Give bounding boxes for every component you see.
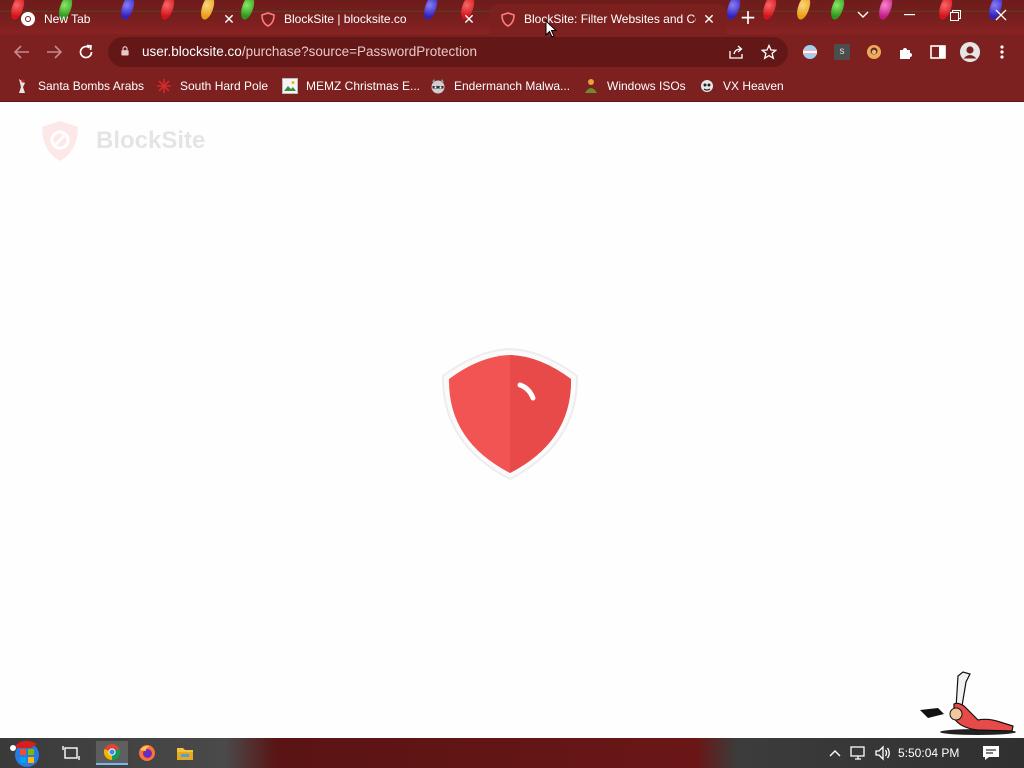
tab-title: BlockSite | blocksite.co (284, 12, 407, 26)
brand-name: BlockSite (96, 127, 206, 154)
show-hidden-icons-chevron-icon[interactable] (822, 741, 848, 765)
bookmark-label: Santa Bombs Arabs (38, 79, 145, 93)
forward-button[interactable] (42, 40, 66, 64)
volume-icon[interactable] (870, 741, 896, 765)
tab-new-tab[interactable]: New Tab ✕ (10, 4, 246, 34)
tab-blocksite[interactable]: BlockSite | blocksite.co ✕ (250, 4, 486, 34)
address-bar[interactable]: user.blocksite.co/purchase?source=Passwo… (108, 37, 788, 67)
bookmark-endermanch-malware[interactable]: Endermanch Malwa... (430, 76, 570, 96)
puzzle-extensions-icon[interactable] (896, 42, 916, 62)
task-view-icon[interactable] (58, 741, 84, 765)
bookmark-label: MEMZ Christmas E... (306, 79, 421, 93)
restore-button[interactable] (932, 0, 978, 30)
taskbar-firefox-icon[interactable] (134, 741, 160, 765)
tab-search-chevron-icon[interactable] (840, 0, 886, 30)
bookmark-star-icon[interactable] (758, 41, 780, 63)
flag-extension-icon[interactable] (800, 42, 820, 62)
minimize-button[interactable] (886, 0, 932, 30)
windows-santa-icon (10, 740, 39, 767)
blocksite-logo-shield-icon (42, 121, 78, 161)
side-panel-icon[interactable] (928, 42, 948, 62)
blocksite-shield-icon (500, 11, 516, 27)
start-button[interactable] (8, 738, 44, 768)
image-icon (282, 78, 298, 94)
close-window-button[interactable] (978, 0, 1024, 30)
close-tab-icon[interactable]: ✕ (220, 10, 238, 28)
tab-title: New Tab (44, 12, 91, 26)
s-extension-letter: s (834, 44, 850, 60)
bookmarks-bar: Santa Bombs Arabs South Hard Pole MEMZ C… (0, 70, 1024, 102)
tab-strip: New Tab ✕ BlockSite | blocksite.co ✕ Blo… (0, 0, 1024, 34)
s-extension-icon[interactable]: s (832, 42, 852, 62)
santa-icon (14, 78, 30, 94)
desktop-pet-icon (920, 671, 1016, 735)
mouse-cursor-icon (545, 20, 557, 38)
snowflake-icon (156, 78, 172, 94)
new-tab-button[interactable]: + (735, 5, 761, 31)
bookmark-memz-christmas[interactable]: MEMZ Christmas E... (282, 76, 420, 96)
bookmark-santa-bombs-arabs[interactable]: Santa Bombs Arabs (14, 76, 144, 96)
action-center-icon[interactable] (978, 741, 1004, 765)
taskbar-file-explorer-icon[interactable] (172, 741, 198, 765)
bookmark-label: South Hard Pole (180, 79, 269, 93)
bookmark-vx-heaven[interactable]: VX Heaven (699, 76, 784, 96)
taskbar: 5:50:04 PM (0, 738, 1024, 768)
chrome-icon (20, 11, 36, 27)
blocksite-logo: BlockSite (38, 119, 205, 163)
url-host: user.blocksite.co (142, 44, 242, 59)
url-path: /purchase?source=PasswordProtection (241, 44, 478, 59)
back-button[interactable] (10, 40, 34, 64)
person-icon (583, 78, 599, 94)
close-tab-icon[interactable]: ✕ (700, 10, 718, 28)
raccoon-icon (430, 78, 446, 94)
close-tab-icon[interactable]: ✕ (460, 10, 478, 28)
bookmark-label: Windows ISOs (607, 79, 686, 93)
network-icon[interactable] (846, 741, 872, 765)
browser-toolbar: user.blocksite.co/purchase?source=Passwo… (0, 34, 1024, 70)
loading-shield-icon (441, 347, 579, 481)
avatar-extension-icon[interactable] (864, 42, 884, 62)
lock-icon[interactable] (120, 46, 130, 56)
taskbar-clock[interactable]: 5:50:04 PM (898, 746, 959, 760)
bookmark-label: Endermanch Malwa... (454, 79, 571, 93)
virus-icon (699, 78, 715, 94)
browser-menu-icon[interactable] (992, 42, 1012, 62)
tab-blocksite-filter[interactable]: BlockSite: Filter Websites and Co ✕ (490, 4, 726, 34)
page-content: BlockSite (0, 103, 1024, 738)
share-icon[interactable] (726, 41, 748, 63)
bookmark-windows-isos[interactable]: Windows ISOs (583, 76, 686, 96)
url-text[interactable]: user.blocksite.co/purchase?source=Passwo… (142, 44, 477, 59)
bookmark-south-hard-pole[interactable]: South Hard Pole (156, 76, 268, 96)
bookmark-label: VX Heaven (723, 79, 784, 93)
profile-avatar-icon[interactable] (960, 42, 980, 62)
reload-button[interactable] (74, 40, 98, 64)
blocksite-shield-icon (260, 11, 276, 27)
taskbar-chrome-icon[interactable] (96, 741, 128, 765)
